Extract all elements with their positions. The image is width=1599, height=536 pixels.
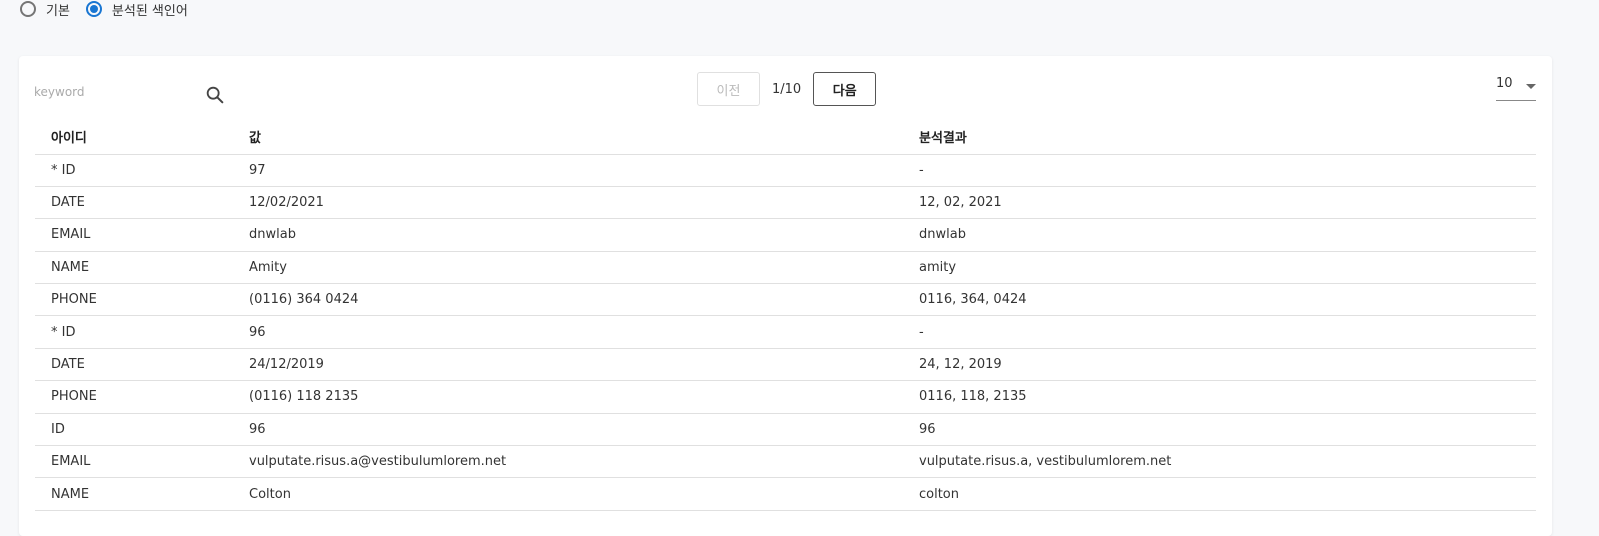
cell-id: * ID — [35, 154, 233, 187]
rows-per-page-select[interactable]: 10 — [1496, 76, 1536, 101]
page-indicator: 1/10 — [772, 81, 802, 97]
cell-id: ID — [35, 413, 233, 447]
cell-value: 96 — [233, 315, 903, 349]
next-page-button[interactable]: 다음 — [813, 72, 877, 106]
cell-value: (0116) 118 2135 — [233, 380, 903, 414]
table-row: DATE 12/02/2021 12, 02, 2021 — [35, 186, 1536, 220]
table-header-row: 아이디 값 분석결과 — [35, 119, 1536, 155]
cell-analysis-result: 96 — [903, 413, 1536, 447]
search-input[interactable] — [34, 85, 184, 99]
caret-down-icon — [1526, 84, 1536, 89]
cell-analysis-result: 12, 02, 2021 — [903, 186, 1536, 220]
cell-analysis-result: - — [903, 154, 1536, 187]
cell-analysis-result: 0116, 364, 0424 — [903, 283, 1536, 317]
cell-value: 97 — [233, 154, 903, 187]
table-row: EMAIL dnwlab dnwlab — [35, 218, 1536, 252]
table-row: * ID 96- — [35, 315, 1536, 349]
cell-analysis-result: 0116, 118, 2135 — [903, 380, 1536, 414]
cell-analysis-result: amity — [903, 251, 1536, 285]
results-card: 이전 1/10 다음 10 아이디 값 분석결과 * ID97-DATE12/0… — [19, 56, 1552, 536]
table-row: DATE 24/12/2019 24, 12, 2019 — [35, 348, 1536, 382]
radio-basic[interactable]: 기본 — [20, 0, 70, 19]
radio-analyzed-terms-label: 분석된 색인어 — [111, 3, 188, 19]
cell-id: * ID — [35, 315, 233, 349]
pagination: 이전 1/10 다음 — [697, 72, 877, 106]
table-row: EMAIL vulputate.risus.a@vestibulumlorem.n… — [35, 445, 1536, 479]
radio-selected-dot — [89, 5, 98, 13]
cell-analysis-result: colton — [903, 477, 1536, 511]
radio-basic-label: 기본 — [46, 3, 70, 19]
prev-page-button[interactable]: 이전 — [697, 72, 760, 106]
cell-id: NAME — [35, 251, 233, 285]
cell-value: Colton — [233, 477, 903, 511]
search-icon[interactable] — [204, 84, 226, 106]
cell-id: EMAIL — [35, 445, 233, 479]
table-row: ID 96 96 — [35, 413, 1536, 447]
cell-analysis-result: vulputate.risus.a, vestibulumlorem.net — [903, 445, 1536, 479]
column-header-id: 아이디 — [35, 119, 233, 155]
table-row: PHONE (0116) 118 2135 0116, 118, 2135 — [35, 380, 1536, 414]
search-box — [34, 80, 224, 110]
column-header-analysis-result: 분석결과 — [903, 119, 1536, 155]
table-body: * ID 97- DATE 12/02/2021 12, 02, 2021 EMAIL dn… — [35, 154, 1536, 511]
radio-analyzed-terms[interactable]: 분석된 색인어 — [85, 0, 188, 19]
column-header-value: 값 — [233, 119, 903, 155]
cell-analysis-result: 24, 12, 2019 — [903, 348, 1536, 382]
cell-id: DATE — [35, 186, 233, 220]
cell-value: vulputate.risus.a@vestibulumlorem.net — [233, 445, 903, 479]
table-row: * ID 97- — [35, 154, 1536, 187]
cell-id: DATE — [35, 348, 233, 382]
cell-id: PHONE — [35, 380, 233, 414]
radio-analyzed-terms-circle[interactable] — [85, 1, 102, 17]
view-mode-radio-group: 기본 분석된 색인어 — [20, 0, 204, 20]
cell-value: 96 — [233, 413, 903, 447]
cell-id: NAME — [35, 477, 233, 511]
table-row: NAME Colton colton — [35, 477, 1536, 511]
table-row: NAME Amity amity — [35, 251, 1536, 285]
cell-value: Amity — [233, 251, 903, 285]
rows-per-page-value: 10 — [1496, 76, 1513, 91]
results-table: 아이디 값 분석결과 * ID 97- DATE 12/02/2021 12, 02, … — [35, 119, 1536, 511]
cell-id: PHONE — [35, 283, 233, 317]
cell-analysis-result: - — [903, 315, 1536, 349]
radio-basic-circle[interactable] — [20, 1, 36, 17]
cell-value: 24/12/2019 — [233, 348, 903, 382]
cell-id: EMAIL — [35, 218, 233, 252]
cell-value: 12/02/2021 — [233, 186, 903, 220]
cell-analysis-result: dnwlab — [903, 218, 1536, 252]
cell-value: (0116) 364 0424 — [233, 283, 903, 317]
table-row: PHONE (0116) 364 0424 0116, 364, 0424 — [35, 283, 1536, 317]
cell-value: dnwlab — [233, 218, 903, 252]
